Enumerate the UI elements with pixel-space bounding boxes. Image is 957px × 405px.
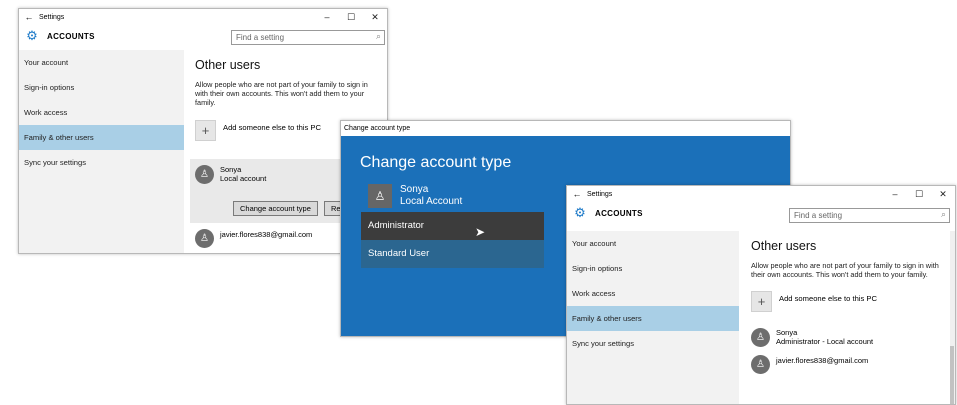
sidebar: Your account Sign-in options Work access… xyxy=(567,231,739,404)
nav-your-account[interactable]: Your account xyxy=(567,231,739,256)
back-arrow-icon[interactable]: ← xyxy=(567,189,587,199)
user-account-type: Local account xyxy=(220,174,267,183)
account-type-dropdown[interactable]: Administrator Standard User xyxy=(361,212,544,268)
nav-sync-settings[interactable]: Sync your settings xyxy=(19,150,184,175)
user-email: javier.flores838@gmail.com xyxy=(776,356,869,365)
maximize-button[interactable]: ☐ xyxy=(339,12,363,23)
sidebar: Your account Sign-in options Work access… xyxy=(19,50,184,253)
page-heading: Other users xyxy=(751,239,817,253)
gear-icon: ⚙ xyxy=(26,28,38,43)
add-user-button[interactable]: + Add someone else to this PC xyxy=(751,291,947,312)
title-bar: ← Settings – ☐ ✕ xyxy=(567,186,955,202)
user-avatar-icon: ♙ xyxy=(195,229,214,248)
search-input[interactable]: Find a setting ⌕ xyxy=(231,30,385,45)
dialog-user: ♙ Sonya Local Account xyxy=(368,184,462,208)
user-email: javier.flores838@gmail.com xyxy=(220,230,313,239)
minimize-button[interactable]: – xyxy=(315,12,339,22)
user-avatar-icon: ♙ xyxy=(368,184,392,208)
dialog-user-name: Sonya xyxy=(400,184,429,195)
plus-icon: + xyxy=(195,120,216,141)
dialog-heading: Change account type xyxy=(360,154,512,171)
option-administrator[interactable]: Administrator xyxy=(361,212,544,240)
search-placeholder: Find a setting xyxy=(794,211,843,220)
nav-work-access[interactable]: Work access xyxy=(19,100,184,125)
search-icon: ⌕ xyxy=(375,31,381,41)
user-sonya-row[interactable]: ♙ Sonya Administrator - Local account xyxy=(751,328,947,347)
option-standard-user[interactable]: Standard User xyxy=(361,240,544,268)
user-avatar-icon: ♙ xyxy=(195,165,214,184)
user-avatar-icon: ♙ xyxy=(751,355,770,374)
nav-your-account[interactable]: Your account xyxy=(19,50,184,75)
user-name: Sonya xyxy=(220,165,242,174)
app-title: ACCOUNTS xyxy=(595,208,643,218)
settings-window-front: ← Settings – ☐ ✕ ⚙ ACCOUNTS Find a setti… xyxy=(566,185,956,405)
gear-icon: ⚙ xyxy=(574,205,586,220)
nav-sign-in-options[interactable]: Sign-in options xyxy=(567,256,739,281)
mouse-cursor-icon: ➤ xyxy=(475,225,486,239)
nav-sign-in-options[interactable]: Sign-in options xyxy=(19,75,184,100)
nav-work-access[interactable]: Work access xyxy=(567,281,739,306)
scrollbar-thumb[interactable] xyxy=(950,346,954,404)
page-description: Allow people who are not part of your fa… xyxy=(751,261,939,279)
plus-icon: + xyxy=(751,291,772,312)
user-avatar-icon: ♙ xyxy=(751,328,770,347)
main-content: Other users Allow people who are not par… xyxy=(751,239,947,374)
minimize-button[interactable]: – xyxy=(883,189,907,199)
scrollbar[interactable] xyxy=(950,231,955,404)
page-description: Allow people who are not part of your fa… xyxy=(195,80,368,107)
nav-family-other-users[interactable]: Family & other users xyxy=(19,125,184,150)
maximize-button[interactable]: ☐ xyxy=(907,189,931,200)
user-javier-row[interactable]: ♙ javier.flores838@gmail.com xyxy=(751,355,947,374)
add-user-label: Add someone else to this PC xyxy=(779,294,877,303)
search-input[interactable]: Find a setting ⌕ xyxy=(789,208,950,223)
user-account-type: Administrator - Local account xyxy=(776,337,874,346)
add-user-label: Add someone else to this PC xyxy=(223,123,321,132)
close-button[interactable]: ✕ xyxy=(363,12,387,23)
settings-window-back: ← Settings – ☐ ✕ ⚙ ACCOUNTS Find a setti… xyxy=(18,8,388,254)
title-bar: ← Settings – ☐ ✕ xyxy=(19,9,387,25)
search-icon: ⌕ xyxy=(940,209,946,219)
nav-sync-settings[interactable]: Sync your settings xyxy=(567,331,739,356)
window-title: Settings xyxy=(587,190,613,198)
dialog-title-bar: Change account type xyxy=(341,121,790,136)
page-heading: Other users xyxy=(195,58,261,72)
close-button[interactable]: ✕ xyxy=(931,189,955,200)
app-title: ACCOUNTS xyxy=(47,31,95,41)
dialog-user-type: Local Account xyxy=(400,196,463,207)
nav-family-other-users[interactable]: Family & other users xyxy=(567,306,739,331)
back-arrow-icon[interactable]: ← xyxy=(19,12,39,22)
change-account-type-button[interactable]: Change account type xyxy=(233,201,318,216)
user-javier-row[interactable]: ♙ javier.flores838@gmail.com xyxy=(195,229,312,248)
window-title: Settings xyxy=(39,13,65,21)
user-name: Sonya xyxy=(776,328,798,337)
search-placeholder: Find a setting xyxy=(236,33,285,42)
